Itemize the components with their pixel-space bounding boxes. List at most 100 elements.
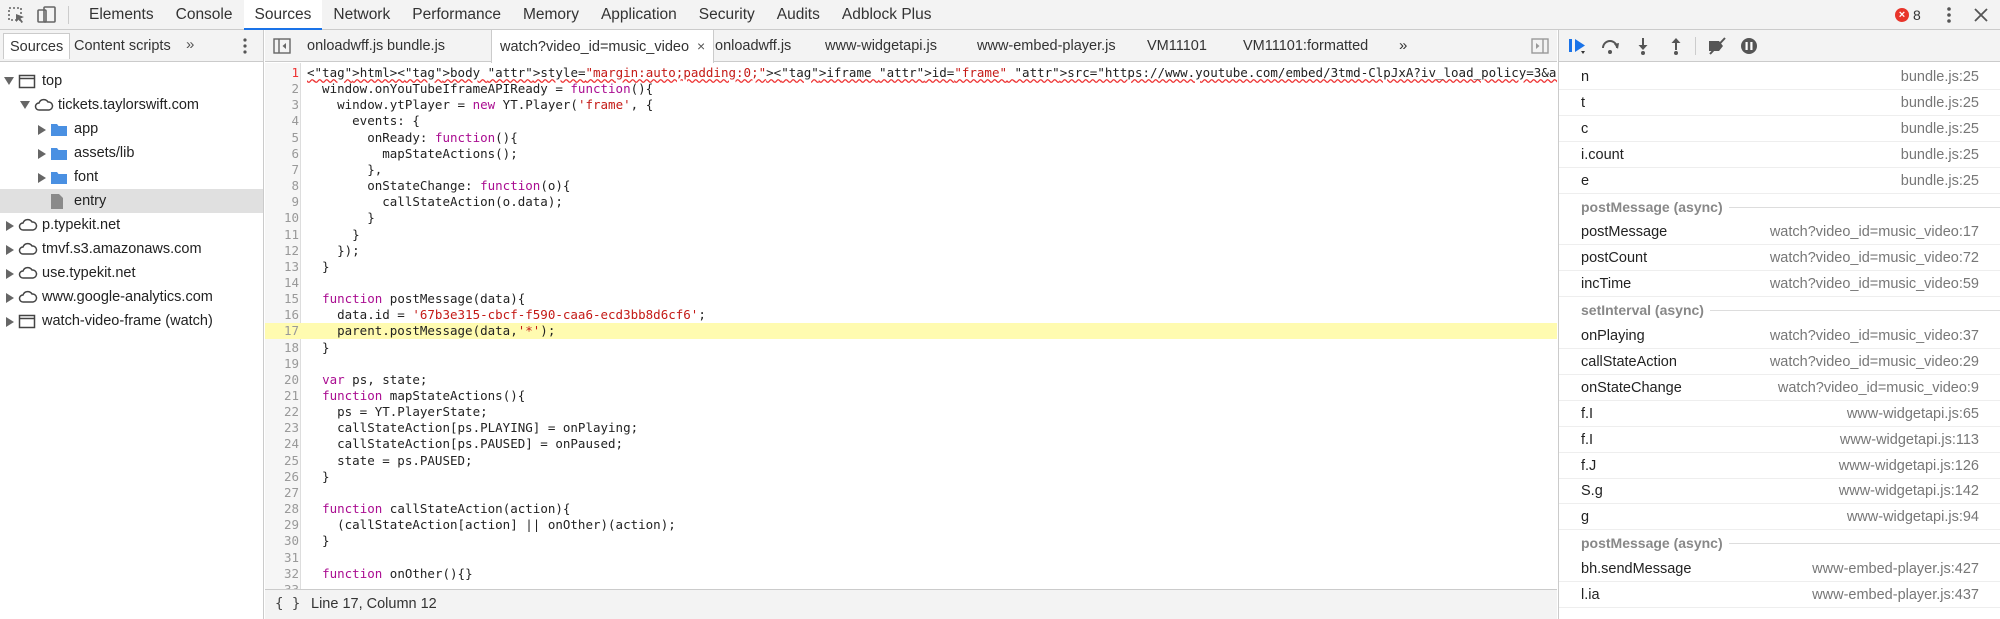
tab-memory[interactable]: Memory xyxy=(512,0,590,30)
call-frame[interactable]: t bundle.js:25 xyxy=(1559,90,2000,116)
call-frame[interactable]: postMessage watch?video_id=music_video:17 xyxy=(1559,219,2000,246)
code-line[interactable]: 15 function postMessage(data){ xyxy=(265,291,1557,307)
file-tab-onloadwff-js[interactable]: onloadwff.js xyxy=(307,30,383,62)
frame-location[interactable]: www-widgetapi.js:94 xyxy=(1847,504,1979,530)
collapsed-arrow-icon[interactable] xyxy=(6,317,14,327)
line-number[interactable]: 12 xyxy=(265,243,299,259)
frame-location[interactable]: bundle.js:25 xyxy=(1901,116,1979,142)
inspect-icon[interactable] xyxy=(6,5,28,25)
code-line[interactable]: 5 onReady: function(){ xyxy=(265,130,1557,146)
tree-item-p-typekit-net[interactable]: p.typekit.net xyxy=(0,213,263,237)
close-icon[interactable] xyxy=(1972,6,1990,24)
frame-location[interactable]: watch?video_id=music_video:9 xyxy=(1778,375,1979,401)
code-line[interactable]: 32 function onOther(){} xyxy=(265,566,1557,582)
code-line[interactable]: 19 xyxy=(265,356,1557,372)
collapsed-arrow-icon[interactable] xyxy=(6,293,14,303)
pretty-print-button[interactable]: { } xyxy=(275,590,300,619)
code-line[interactable]: 10 } xyxy=(265,210,1557,226)
navigator-menu-icon[interactable] xyxy=(240,37,250,55)
line-number[interactable]: 15 xyxy=(265,291,299,307)
call-frame[interactable]: postCount watch?video_id=music_video:72 xyxy=(1559,245,2000,272)
line-number[interactable]: 16 xyxy=(265,307,299,323)
file-tab-watch-video-id-music-video[interactable]: watch?video_id=music_video × xyxy=(491,30,715,63)
code-line[interactable]: 18 } xyxy=(265,340,1557,356)
frame-location[interactable]: watch?video_id=music_video:37 xyxy=(1770,323,1979,349)
file-tab-www-embed-player-js[interactable]: www-embed-player.js xyxy=(977,30,1116,62)
code-line[interactable]: 8 onStateChange: function(o){ xyxy=(265,178,1557,194)
tree-item-tickets-taylorswift-com[interactable]: tickets.taylorswift.com xyxy=(0,93,263,117)
line-number[interactable]: 19 xyxy=(265,356,299,372)
line-number[interactable]: 24 xyxy=(265,436,299,452)
tab-sources[interactable]: Sources xyxy=(243,0,323,30)
file-tab-vm11101[interactable]: VM11101 xyxy=(1147,30,1207,62)
frame-location[interactable]: bundle.js:25 xyxy=(1901,90,1979,116)
tab-network[interactable]: Network xyxy=(322,0,401,30)
line-number[interactable]: 28 xyxy=(265,501,299,517)
line-number[interactable]: 27 xyxy=(265,485,299,501)
line-number[interactable]: 4 xyxy=(265,113,299,129)
line-number[interactable]: 1 xyxy=(265,65,299,81)
call-frame[interactable]: incTime watch?video_id=music_video:59 xyxy=(1559,271,2000,298)
code-line[interactable]: 23 callStateAction[ps.PLAYING] = onPlayi… xyxy=(265,420,1557,436)
tree-item-app[interactable]: app xyxy=(0,117,263,141)
code-line[interactable]: 9 callStateAction(o.data); xyxy=(265,194,1557,210)
step-into-icon[interactable] xyxy=(1633,37,1653,55)
device-toolbar-icon[interactable] xyxy=(36,5,58,25)
kebab-menu-icon[interactable] xyxy=(1941,5,1957,25)
code-line[interactable]: 1 <"tag">html><"tag">body "attr">style="m… xyxy=(265,65,1557,81)
code-line[interactable]: 31 xyxy=(265,550,1557,566)
call-frame[interactable]: f.J www-widgetapi.js:126 xyxy=(1559,453,2000,479)
line-number[interactable]: 6 xyxy=(265,146,299,162)
file-tab-bundle-js[interactable]: bundle.js xyxy=(387,30,445,62)
frame-location[interactable]: www-embed-player.js:437 xyxy=(1812,582,1979,608)
line-number[interactable]: 26 xyxy=(265,469,299,485)
file-tab-vm11101-formatted[interactable]: VM11101:formatted xyxy=(1243,30,1368,62)
call-frame[interactable]: callStateAction watch?video_id=music_vide… xyxy=(1559,349,2000,375)
code-line[interactable]: 3 window.ytPlayer = new YT.Player('frame… xyxy=(265,97,1557,113)
pause-on-exceptions-icon[interactable] xyxy=(1739,37,1759,55)
line-number[interactable]: 23 xyxy=(265,420,299,436)
tab-sources[interactable]: Sources xyxy=(3,33,71,59)
expanded-arrow-icon[interactable] xyxy=(20,101,30,109)
call-frame[interactable]: c bundle.js:25 xyxy=(1559,116,2000,142)
call-frame[interactable]: f.I www-widgetapi.js:65 xyxy=(1559,401,2000,427)
expanded-arrow-icon[interactable] xyxy=(4,77,14,85)
line-number[interactable]: 29 xyxy=(265,517,299,533)
collapsed-arrow-icon[interactable] xyxy=(6,245,14,255)
tab-console[interactable]: Console xyxy=(165,0,244,30)
call-frame[interactable]: f.I www-widgetapi.js:113 xyxy=(1559,427,2000,453)
code-line[interactable]: 22 ps = YT.PlayerState; xyxy=(265,404,1557,420)
code-line[interactable]: 2 window.onYouTubeIframeAPIReady = funct… xyxy=(265,81,1557,97)
call-frame[interactable]: onStateChange watch?video_id=music_video:… xyxy=(1559,375,2000,401)
line-number[interactable]: 9 xyxy=(265,194,299,210)
line-number[interactable]: 17 xyxy=(265,323,299,339)
tab-audits[interactable]: Audits xyxy=(766,0,831,30)
call-frame[interactable]: onPlaying watch?video_id=music_video:37 xyxy=(1559,323,2000,349)
code-line[interactable]: 24 callStateAction[ps.PAUSED] = onPaused… xyxy=(265,436,1557,452)
code-line[interactable]: 28 function callStateAction(action){ xyxy=(265,501,1557,517)
code-line[interactable]: 12 }); xyxy=(265,243,1557,259)
frame-location[interactable]: bundle.js:25 xyxy=(1901,142,1979,168)
frame-location[interactable]: www-widgetapi.js:142 xyxy=(1839,478,1979,504)
call-frame[interactable]: i.count bundle.js:25 xyxy=(1559,142,2000,168)
code-line[interactable]: 29 (callStateAction[action] || onOther)(… xyxy=(265,517,1557,533)
code-line[interactable]: 11 } xyxy=(265,227,1557,243)
tree-item-tmvf-s3-amazonaws-com[interactable]: tmvf.s3.amazonaws.com xyxy=(0,237,263,261)
code-line[interactable]: 16 data.id = '67b3e315-cbcf-f590-caa6-ec… xyxy=(265,307,1557,323)
frame-location[interactable]: watch?video_id=music_video:72 xyxy=(1770,245,1979,271)
code-line[interactable]: 21 function mapStateActions(){ xyxy=(265,388,1557,404)
code-line[interactable]: 27 xyxy=(265,485,1557,501)
line-number[interactable]: 30 xyxy=(265,533,299,549)
frame-location[interactable]: www-widgetapi.js:65 xyxy=(1847,401,1979,427)
frame-location[interactable]: watch?video_id=music_video:17 xyxy=(1770,219,1979,245)
call-frame[interactable]: bh.sendMessage www-embed-player.js:427 xyxy=(1559,556,2000,583)
toggle-debugger-icon[interactable] xyxy=(1531,38,1549,54)
line-number[interactable]: 21 xyxy=(265,388,299,404)
collapsed-arrow-icon[interactable] xyxy=(38,125,46,135)
line-number[interactable]: 13 xyxy=(265,259,299,275)
line-number[interactable]: 5 xyxy=(265,130,299,146)
call-frame[interactable]: S.g www-widgetapi.js:142 xyxy=(1559,478,2000,505)
code-area[interactable]: 1 <"tag">html><"tag">body "attr">style="m… xyxy=(265,63,1557,619)
tree-item-www-google-analytics-com[interactable]: www.google-analytics.com xyxy=(0,285,263,309)
step-over-icon[interactable] xyxy=(1600,37,1620,55)
